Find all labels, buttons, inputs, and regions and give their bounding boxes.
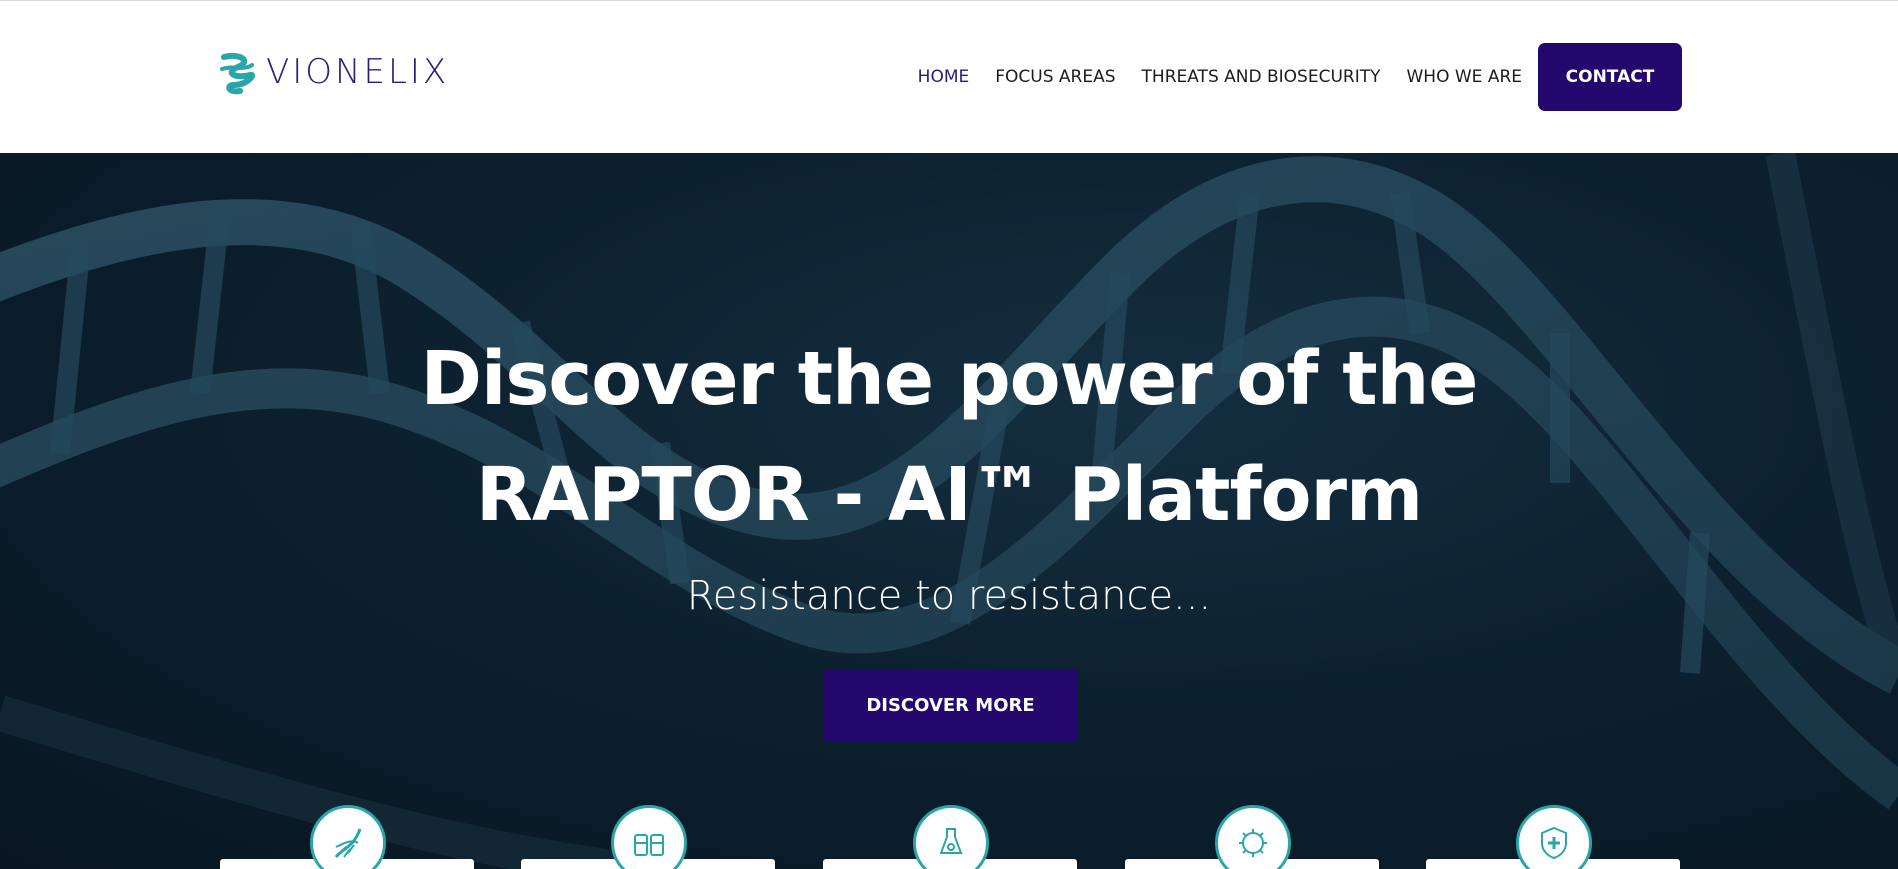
site-header: VIONELIX HOME FOCUS AREAS THREATS AND BI… — [0, 1, 1898, 153]
hero-title-line-1: Discover the power of the — [420, 336, 1479, 422]
brand-name: VIONELIX — [266, 52, 450, 92]
brand-logo[interactable]: VIONELIX — [218, 49, 449, 95]
hero-section: Discover the power of the RAPTOR - AI™ P… — [0, 153, 1898, 869]
dna-helix-icon — [220, 53, 255, 95]
discover-more-button[interactable]: DISCOVER MORE — [823, 669, 1078, 742]
hero-title-line-2: RAPTOR - AI™ Platform — [475, 452, 1423, 538]
main-nav: HOME FOCUS AREAS THREATS AND BIOSECURITY… — [892, 43, 1682, 111]
nav-home[interactable]: HOME — [918, 67, 970, 87]
nav-who-we-are[interactable]: WHO WE ARE — [1406, 67, 1522, 87]
nav-threats-biosecurity[interactable]: THREATS AND BIOSECURITY — [1142, 67, 1381, 87]
nav-focus-areas[interactable]: FOCUS AREAS — [995, 67, 1115, 87]
hero-subtitle: Resistance to resistance... — [686, 573, 1212, 619]
hero-title: Discover the power of the RAPTOR - AI™ P… — [0, 321, 1898, 553]
contact-button[interactable]: CONTACT — [1538, 43, 1682, 111]
